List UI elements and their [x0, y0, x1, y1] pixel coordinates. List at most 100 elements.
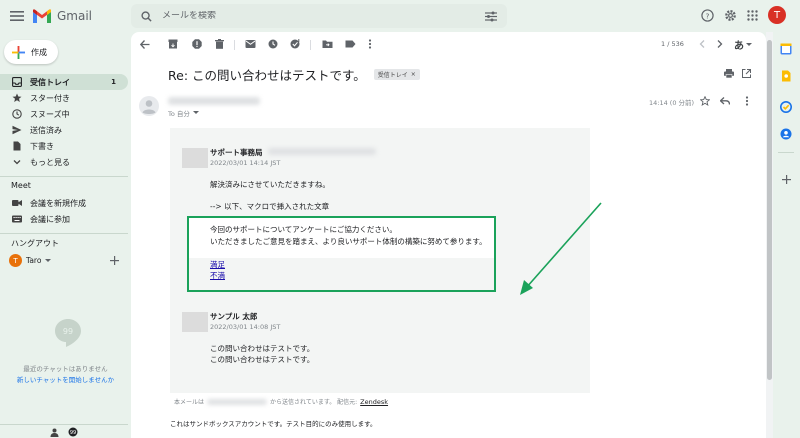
mark-unread-envelope-icon[interactable] — [245, 39, 256, 49]
reply1-sender: サポート事務局 — [210, 148, 263, 157]
gmail-m-icon — [32, 8, 52, 24]
search-input[interactable] — [162, 11, 485, 21]
reply2-avatar — [182, 312, 208, 332]
inbox-unread-count: 1 — [111, 78, 116, 86]
person-icon[interactable] — [50, 428, 59, 437]
toolbar-divider — [234, 40, 235, 50]
sidebar-item-snoozed[interactable]: スヌーズ中 — [0, 106, 128, 122]
meet-item-label: 会議を新規作成 — [30, 198, 86, 208]
rail-divider — [778, 152, 794, 153]
gmail-wordmark: Gmail — [57, 9, 93, 23]
reply1-date: 2022/03/01 14:14 JST — [210, 159, 281, 167]
reply2-sender: サンプル 太郎 — [210, 312, 258, 321]
toolbar-divider — [310, 40, 311, 50]
annotation-arrow-icon — [520, 202, 602, 295]
report-spam-icon[interactable] — [192, 39, 202, 49]
side-panel-rail — [773, 32, 800, 438]
subject-line: Re: この問い合わせはテストです。 受信トレイ × — [168, 65, 420, 84]
search-bar[interactable] — [131, 4, 507, 28]
inbox-icon — [12, 77, 22, 87]
calendar-icon[interactable] — [780, 43, 792, 55]
hangouts-section-title: ハングアウト — [11, 239, 59, 248]
chevron-down-icon — [12, 157, 22, 167]
hangouts-empty-text: 最近のチャットはありません — [23, 365, 108, 373]
add-to-tasks-icon[interactable] — [290, 39, 301, 49]
hangouts-user[interactable]: T Taro — [9, 254, 52, 267]
sandbox-note: これはサンドボックスアカウントです。テスト目的にのみ使用します。 — [170, 420, 377, 428]
meet-new-meeting[interactable]: 会議を新規作成 — [0, 195, 128, 211]
remove-label-close-icon[interactable]: × — [411, 71, 416, 78]
footer-address-redacted — [207, 398, 268, 405]
message-more-options-icon[interactable] — [745, 96, 749, 106]
gmail-logo[interactable]: Gmail — [32, 7, 92, 25]
help-icon[interactable]: ? — [701, 8, 714, 22]
sidebar-item-label: 下書き — [30, 141, 54, 151]
scrollbar-thumb[interactable] — [767, 40, 772, 380]
draft-document-icon — [12, 141, 22, 151]
move-to-folder-icon[interactable] — [322, 39, 333, 49]
main-menu-icon[interactable] — [8, 7, 26, 25]
hangouts-start-chat-link[interactable]: 新しいチャットを開始しませんか — [0, 374, 131, 384]
add-chat-plus-icon[interactable] — [110, 256, 119, 265]
older-chevron-right-icon[interactable] — [717, 40, 723, 48]
recipient-line[interactable]: To 自分 — [168, 108, 199, 118]
caret-down-icon — [192, 111, 199, 115]
hangouts-quote-icon[interactable]: 99 — [68, 427, 78, 437]
get-addons-plus-icon[interactable] — [782, 175, 791, 184]
reply1-body-line1: 解決済みにさせていただきますね。 — [210, 180, 330, 189]
search-icon[interactable] — [141, 10, 152, 22]
more-options-vertical-icon[interactable] — [368, 39, 372, 49]
tasks-check-icon[interactable] — [780, 101, 792, 113]
search-options-icon[interactable] — [485, 11, 497, 22]
zendesk-link[interactable]: Zendesk — [360, 398, 388, 406]
sidebar-item-sent[interactable]: 送信済み — [0, 122, 128, 138]
snooze-clock-icon[interactable] — [268, 39, 278, 49]
reply1-avatar — [182, 148, 208, 168]
sidebar-item-more[interactable]: もっと見る — [0, 154, 128, 170]
inbox-label-badge[interactable]: 受信トレイ × — [373, 69, 420, 80]
archive-icon[interactable] — [168, 39, 178, 49]
print-icon[interactable] — [724, 69, 734, 78]
back-arrow-icon[interactable] — [140, 40, 150, 49]
sidebar-item-label: もっと見る — [30, 157, 70, 167]
sidebar-divider — [0, 176, 128, 177]
contacts-icon[interactable] — [780, 128, 792, 140]
input-language-label: あ — [734, 41, 744, 52]
hangouts-user-avatar: T — [9, 254, 22, 267]
settings-gear-icon[interactable] — [724, 9, 737, 22]
compose-label: 作成 — [31, 47, 47, 57]
star-outline-icon[interactable] — [700, 96, 710, 106]
reply-arrow-icon[interactable] — [720, 97, 730, 105]
reply2-date: 2022/03/01 14:08 JST — [210, 323, 281, 331]
sidebar-item-label: スター付き — [30, 93, 70, 103]
meet-section-title: Meet — [11, 181, 31, 190]
keep-bulb-icon[interactable] — [780, 70, 792, 82]
sidebar-item-inbox[interactable]: 受信トレイ 1 — [0, 74, 128, 90]
sidebar-item-starred[interactable]: スター付き — [0, 90, 128, 106]
message-time: 14:14 (0 分前) — [649, 99, 695, 107]
sidebar-divider — [0, 424, 128, 425]
zendesk-footer: 本メールは から送信されています。 配信元: Zendesk — [174, 397, 388, 407]
delete-trash-icon[interactable] — [215, 39, 224, 49]
caret-down-icon — [746, 42, 752, 47]
reply1-body-line2: --> 以下、マクロで挿入された文章 — [210, 202, 330, 211]
meet-join-meeting[interactable]: 会議に参加 — [0, 211, 128, 227]
caret-down-icon — [45, 258, 52, 263]
highlight-annotation-box — [187, 216, 496, 292]
reply2-body-line1: この問い合わせはテストです。 — [210, 344, 315, 353]
compose-button[interactable]: 作成 — [4, 40, 58, 64]
email-subject: Re: この問い合わせはテストです。 — [168, 68, 366, 83]
sidebar-item-label: 送信済み — [30, 125, 62, 135]
apps-grid-icon[interactable] — [747, 9, 758, 21]
recipient-text: To 自分 — [168, 110, 190, 118]
sidebar-item-drafts[interactable]: 下書き — [0, 138, 128, 154]
badge-label-text: 受信トレイ — [377, 72, 408, 79]
account-avatar[interactable]: T — [768, 6, 786, 24]
clock-icon — [12, 109, 22, 119]
open-in-new-window-icon[interactable] — [742, 69, 751, 78]
sidebar-item-label: 受信トレイ — [30, 77, 70, 87]
newer-chevron-left-icon[interactable] — [699, 40, 705, 48]
input-tools-button[interactable]: あ — [734, 37, 752, 52]
label-tag-icon[interactable] — [345, 40, 356, 48]
keyboard-icon — [12, 215, 22, 223]
